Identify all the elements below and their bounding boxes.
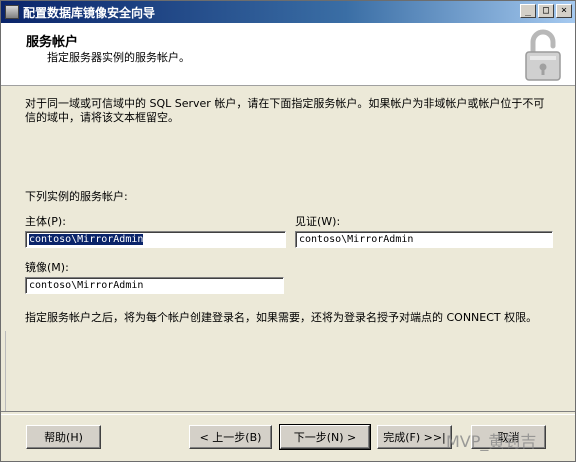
witness-label: 见证(W): — [295, 215, 341, 228]
mirror-label: 镜像(M): — [25, 261, 69, 274]
mirror-value: contoso\MirrorAdmin — [29, 280, 144, 291]
mirror-input[interactable]: contoso\MirrorAdmin — [25, 277, 284, 294]
wizard-header: 服务帐户 指定服务器实例的服务帐户。 — [1, 23, 575, 86]
back-button[interactable]: < 上一步(B) — [189, 425, 272, 449]
page-title: 服务帐户 — [26, 35, 79, 50]
principal-value: contoso\MirrorAdmin — [29, 234, 144, 245]
watermark-text: MVP_黄钊吉 — [446, 432, 537, 451]
next-button[interactable]: 下一步(N) > — [279, 424, 371, 450]
intro-text: 对于同一域或可信域中的 SQL Server 帐户，请在下面指定服务帐户。如果帐… — [25, 97, 545, 124]
finish-button[interactable]: 完成(F) >>| — [377, 425, 452, 449]
section-label: 下列实例的服务帐户: — [25, 190, 128, 203]
footer-divider — [1, 411, 575, 415]
app-icon — [5, 5, 19, 19]
help-button[interactable]: 帮助(H) — [26, 425, 101, 449]
title-bar[interactable]: 配置数据库镜像安全向导 _ □ × — [1, 1, 575, 23]
window-title: 配置数据库镜像安全向导 — [23, 5, 156, 20]
footnote-text: 指定服务帐户之后，将为每个帐户创建登录名，如果需要，还将为登录名授予对端点的 C… — [25, 311, 538, 324]
minimize-button[interactable]: _ — [520, 4, 536, 18]
principal-label: 主体(P): — [25, 215, 66, 228]
padlock-icon — [525, 29, 561, 81]
maximize-button[interactable]: □ — [538, 4, 554, 18]
left-edge-divider — [1, 331, 6, 411]
wizard-window: 配置数据库镜像安全向导 _ □ × 服务帐户 指定服务器实例的服务帐户。 对于同… — [0, 0, 576, 462]
content-area: 对于同一域或可信域中的 SQL Server 帐户，请在下面指定服务帐户。如果帐… — [1, 86, 575, 411]
witness-value: contoso\MirrorAdmin — [299, 234, 414, 245]
window-controls: _ □ × — [520, 4, 572, 18]
principal-input[interactable]: contoso\MirrorAdmin — [25, 231, 286, 248]
close-button[interactable]: × — [556, 4, 572, 18]
witness-input[interactable]: contoso\MirrorAdmin — [295, 231, 553, 248]
page-subtitle: 指定服务器实例的服务帐户。 — [47, 51, 190, 64]
